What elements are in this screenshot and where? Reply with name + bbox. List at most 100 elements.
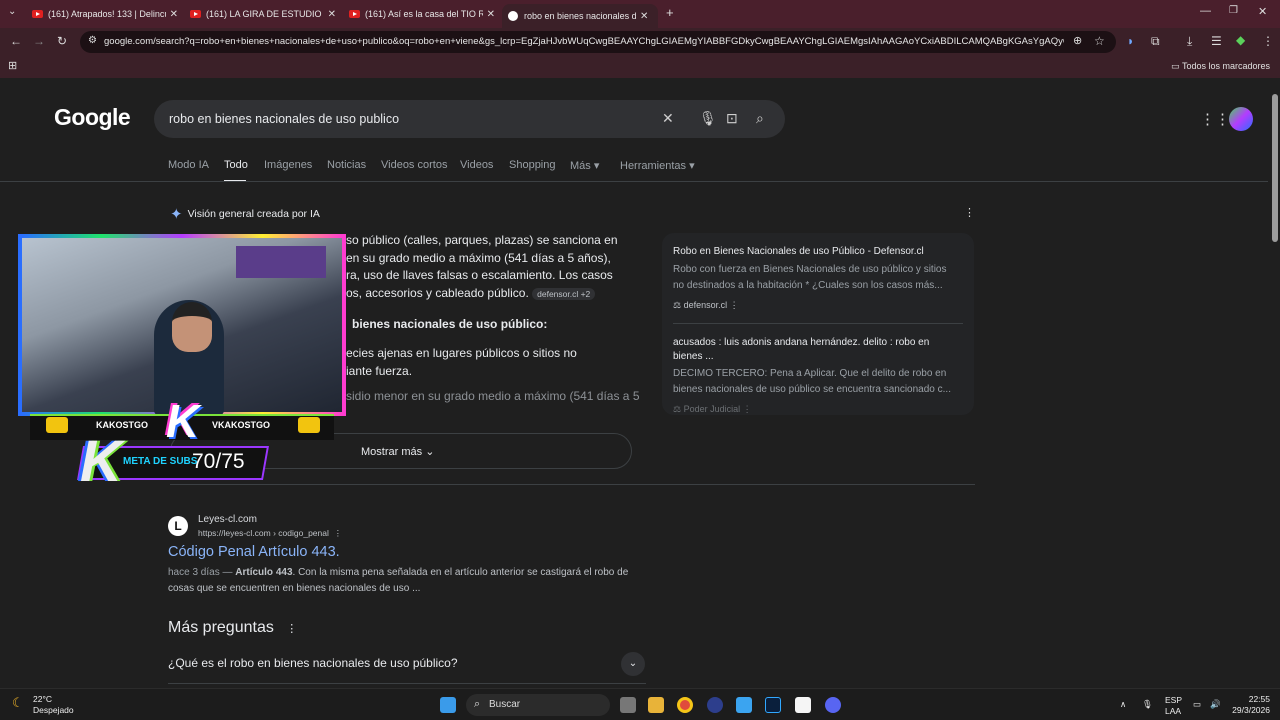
all-bookmarks[interactable]: ▭ Todos los marcadores: [1171, 61, 1270, 72]
windows-taskbar: ☾ 22°C Despejado ⌕ Buscar ∧ 🎙 ESP LAA ▭ …: [0, 688, 1280, 720]
avatar[interactable]: [1229, 107, 1253, 131]
clock[interactable]: 22:55 29/3/2026: [1226, 694, 1270, 716]
close-icon[interactable]: ✕: [170, 9, 178, 20]
search-box[interactable]: robo en bienes nacionales de uso publico…: [154, 100, 785, 138]
tab-mas[interactable]: Más ▾: [570, 159, 599, 172]
tab-todo[interactable]: Todo: [224, 159, 248, 171]
back-icon[interactable]: ←: [10, 34, 22, 48]
clear-icon[interactable]: ✕: [662, 110, 674, 127]
tab-title: (161) Así es la casa del TIO REN: [365, 9, 483, 19]
windows-start-icon[interactable]: [440, 697, 456, 713]
bookmark-star-icon[interactable]: ☆: [1094, 34, 1105, 48]
app-icon[interactable]: [707, 697, 723, 713]
volume-icon[interactable]: 🔊: [1210, 699, 1221, 710]
window-close-icon[interactable]: ✕: [1258, 5, 1267, 18]
discord-icon[interactable]: [825, 697, 841, 713]
close-icon[interactable]: ✕: [328, 9, 336, 20]
source-site[interactable]: ⚖ defensor.cl ⋮: [673, 300, 739, 311]
app-f-icon[interactable]: [736, 697, 752, 713]
instagram-icon: [298, 417, 320, 433]
language-indicator[interactable]: ESP: [1165, 695, 1182, 705]
profile-icon[interactable]: ◆: [1236, 33, 1245, 47]
new-tab-icon[interactable]: +: [666, 5, 674, 20]
more-options-icon[interactable]: ⋮: [964, 206, 975, 219]
microphone-icon[interactable]: 🎙: [699, 110, 717, 127]
source-title[interactable]: Robo en Bienes Nacionales de uso Público…: [673, 245, 924, 259]
browser-tab-active[interactable]: robo en bienes nacionales de u ✕: [502, 4, 658, 28]
source-chip[interactable]: defensor.cl +2: [532, 287, 596, 300]
page-scrollbar[interactable]: [1270, 80, 1280, 688]
title-line: acusados : luis adonis andana hernández.…: [673, 337, 930, 348]
download-icon[interactable]: ⤓: [1187, 34, 1192, 49]
keyboard-layout[interactable]: LAA: [1165, 706, 1181, 716]
tab-imagenes[interactable]: Imágenes: [264, 159, 312, 171]
moon-icon: ☾: [12, 695, 24, 710]
title-line: bienes ...: [673, 351, 714, 362]
source-title[interactable]: acusados : luis adonis andana hernández.…: [673, 336, 929, 364]
stream-webcam-overlay: KAKOSTGO VKAKOSTGO K META DE SUBS 70/75 …: [18, 234, 348, 494]
show-more-label: Mostrar más: [361, 446, 423, 458]
address-bar[interactable]: ⚙ google.com/search?q=robo+en+bienes+nac…: [80, 31, 1116, 53]
snippet-date: hace 3 días —: [168, 567, 236, 578]
search-input[interactable]: robo en bienes nacionales de uso publico: [169, 112, 399, 126]
photoshop-icon[interactable]: [765, 697, 781, 713]
scrollbar-thumb[interactable]: [1272, 94, 1278, 242]
result-url[interactable]: https://leyes-cl.com › codigo_penal ⋮: [198, 528, 342, 539]
ai-paragraph-3: sidio menor en su grado medio a máximo (…: [346, 389, 640, 403]
task-view-icon[interactable]: [620, 697, 636, 713]
reload-icon[interactable]: ↻: [57, 34, 67, 48]
extension-icon[interactable]: ◗: [1127, 34, 1134, 48]
browser-tab[interactable]: (161) LA GIRA DE ESTUDIO ✕: [190, 4, 336, 24]
ai-paragraph-1: so público (calles, parques, plazas) se …: [346, 232, 646, 303]
google-apps-icon[interactable]: ⋮⋮: [1200, 110, 1230, 128]
search-icon: ⌕: [474, 698, 481, 710]
tab-noticias[interactable]: Noticias: [327, 159, 366, 171]
file-explorer-icon[interactable]: [648, 697, 664, 713]
chevron-up-icon[interactable]: ∧: [1120, 699, 1126, 710]
chevron-down-icon[interactable]: ⌄: [621, 652, 645, 676]
ai-text-line: so público (calles, parques, plazas) se …: [346, 233, 618, 247]
search-results-page: Google robo en bienes nacionales de uso …: [0, 80, 1268, 688]
close-icon[interactable]: ✕: [640, 11, 648, 22]
more-options-icon[interactable]: ⋮: [286, 623, 297, 635]
source-site[interactable]: ⚖ Poder Judicial ⋮: [673, 404, 752, 415]
browser-tab[interactable]: (161) Atrapados! 133 | Delincue ✕: [32, 4, 178, 24]
site-info-icon[interactable]: ⚙: [88, 35, 97, 46]
tab-herramientas[interactable]: Herramientas ▾: [620, 159, 695, 172]
result-site-name[interactable]: Leyes-cl.com: [198, 514, 257, 525]
apps-grid-icon[interactable]: ⊞: [8, 59, 17, 72]
question-item[interactable]: ¿Qué es el robo en bienes nacionales de …: [168, 656, 458, 670]
ai-text-line: os, accesorios y cableado público.: [346, 285, 529, 300]
tab-modo-ia[interactable]: Modo IA: [168, 159, 209, 171]
display-icon[interactable]: ▭: [1193, 699, 1201, 710]
tab-shopping[interactable]: Shopping: [509, 159, 556, 171]
puzzle-icon[interactable]: ⧉: [1151, 34, 1160, 49]
google-logo[interactable]: Google: [54, 104, 131, 131]
weather-widget[interactable]: ☾ 22°C Despejado: [12, 694, 74, 716]
zoom-icon[interactable]: ⊕: [1073, 34, 1082, 47]
snippet-bold: Artículo 443: [235, 567, 293, 578]
result-snippet: hace 3 días — Artículo 443. Con la misma…: [168, 565, 648, 597]
sparkle-icon: ✦: [170, 206, 183, 223]
minimize-icon[interactable]: —: [1200, 5, 1211, 17]
menu-icon[interactable]: ⋮: [1262, 34, 1274, 48]
k-logo: K: [166, 395, 200, 447]
browser-tab-strip: ⌄ (161) Atrapados! 133 | Delincue ✕ (161…: [0, 0, 1280, 28]
forward-icon[interactable]: →: [33, 34, 45, 48]
search-icon[interactable]: ⌕: [756, 110, 764, 127]
divider: [170, 484, 975, 485]
browser-tab[interactable]: (161) Así es la casa del TIO REN ✕: [349, 4, 495, 24]
chrome-icon[interactable]: [677, 697, 693, 713]
microphone-icon[interactable]: 🎙: [1142, 699, 1153, 710]
tab-videos-cortos[interactable]: Videos cortos: [381, 159, 447, 171]
notepad-icon[interactable]: [795, 697, 811, 713]
close-icon[interactable]: ✕: [487, 9, 495, 20]
lens-icon[interactable]: ⊡: [726, 110, 738, 127]
restore-icon[interactable]: ❐: [1229, 5, 1238, 16]
tab-videos[interactable]: Videos: [460, 159, 493, 171]
tab-title: (161) LA GIRA DE ESTUDIO: [206, 9, 322, 19]
result-title-link[interactable]: Código Penal Artículo 443.: [168, 544, 340, 560]
taskbar-search[interactable]: ⌕ Buscar: [466, 694, 610, 716]
tab-list-icon[interactable]: ⌄: [8, 6, 16, 17]
media-icon[interactable]: ☰: [1211, 34, 1222, 48]
